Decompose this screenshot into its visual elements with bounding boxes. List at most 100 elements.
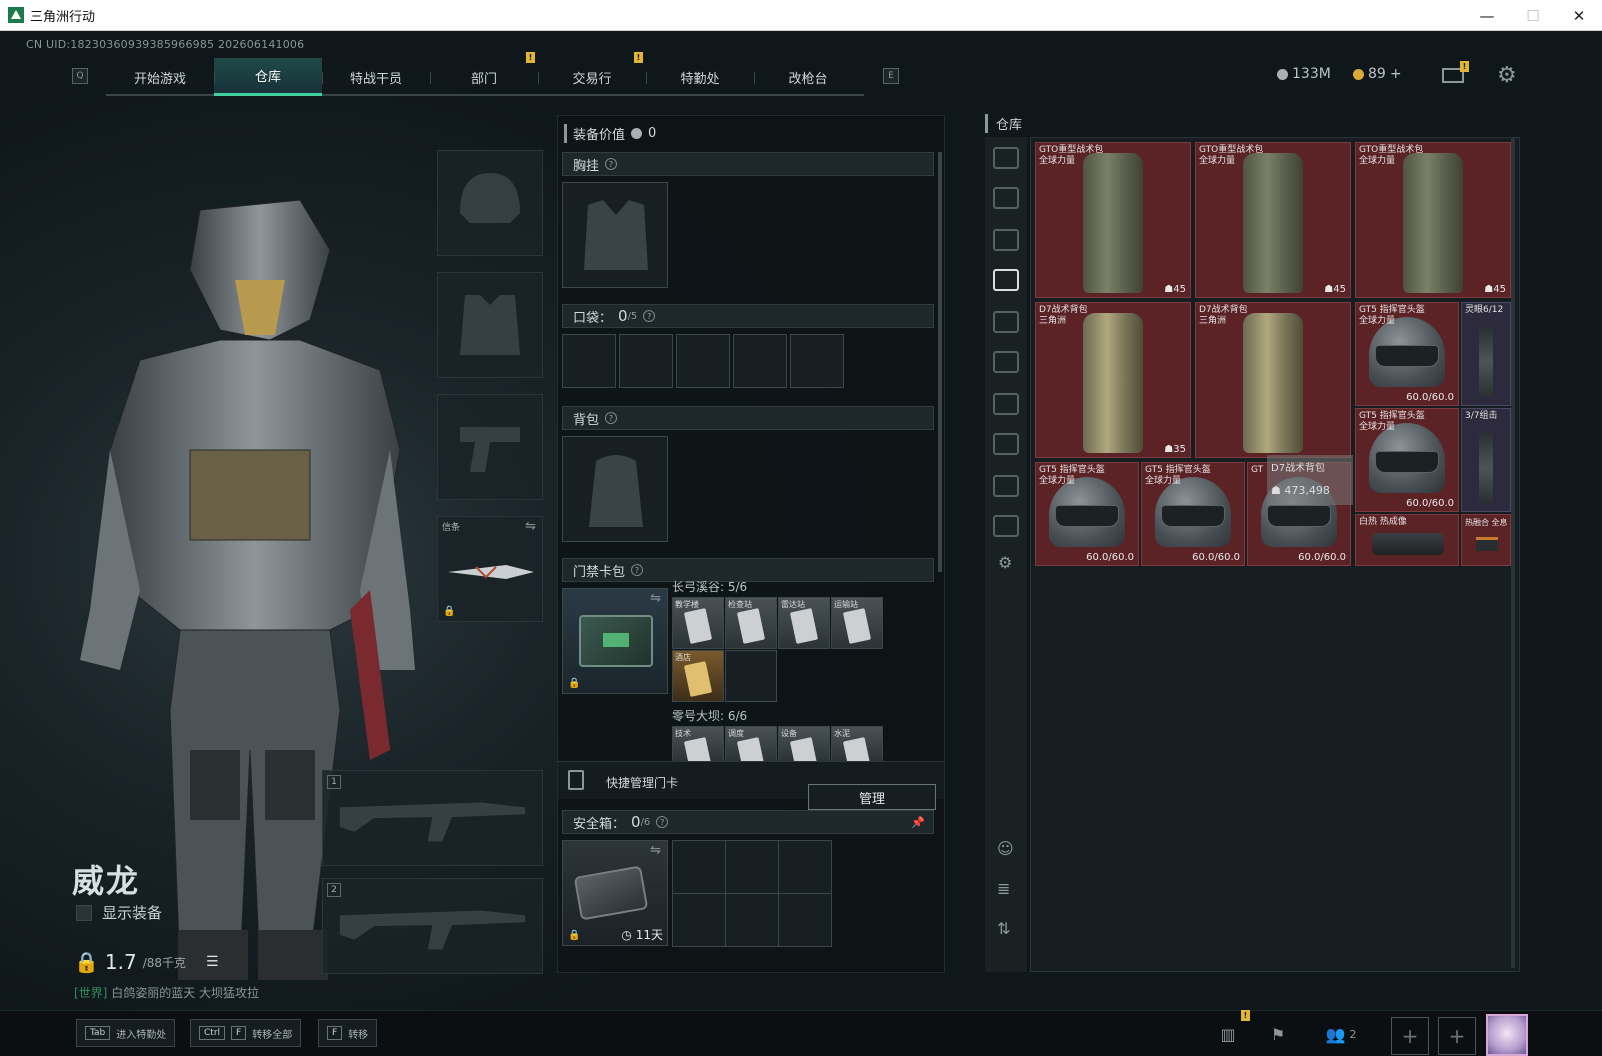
stash-item[interactable]: GTO重型战术包 全球力量 ☗45 <box>1195 142 1351 298</box>
stash-page-icon[interactable] <box>993 229 1019 251</box>
help-icon[interactable]: ? <box>605 412 618 424</box>
keycard[interactable]: 水泥 <box>831 726 883 762</box>
operator-icon[interactable]: ☺ <box>997 839 1014 858</box>
pistol-slot[interactable] <box>437 394 543 500</box>
help-icon[interactable]: ? <box>656 816 669 828</box>
tab-warehouse[interactable]: 仓库 <box>214 58 322 96</box>
stash-page-icon[interactable] <box>993 515 1019 537</box>
squad-icon[interactable]: 👥 2 <box>1318 1018 1364 1050</box>
loadout-scrollbar[interactable] <box>938 152 942 572</box>
safebox-cell[interactable] <box>778 893 832 947</box>
tab-gunsmith[interactable]: 改枪台 <box>754 58 862 96</box>
primary-weapon-slot-1[interactable]: 1 <box>322 770 543 866</box>
help-icon[interactable]: ? <box>631 564 644 576</box>
stash-page-icon[interactable] <box>993 475 1019 497</box>
stash-all-icon[interactable] <box>993 147 1019 169</box>
stash-settings-gear-icon[interactable]: ⚙ <box>998 553 1012 572</box>
pocket-slot[interactable] <box>733 334 787 388</box>
show-equipment-checkbox[interactable] <box>76 904 92 921</box>
pocket-slot[interactable] <box>676 334 730 388</box>
gold-currency[interactable]: 89 + <box>1353 66 1402 82</box>
stash-page-icon[interactable] <box>993 269 1019 291</box>
safebox-slot[interactable]: ⇋ 🔒 ◷ 11天 <box>562 840 668 946</box>
world-chat-line[interactable]: [世界] 白鸽姿丽的蓝天 大坝猛攻拉 <box>74 984 259 1001</box>
stash-item[interactable]: GT5 指挥官头盔 全球力量 60.0/60.0 <box>1355 302 1459 406</box>
pocket-slot[interactable] <box>619 334 673 388</box>
stash-item[interactable]: 热融合 全息 <box>1461 514 1511 566</box>
armor-slot[interactable] <box>437 272 543 378</box>
stash-page-icon[interactable] <box>993 393 1019 415</box>
hotkey-transfer[interactable]: F 转移 <box>318 1019 378 1047</box>
keycard[interactable]: 技术 <box>672 726 724 762</box>
tab-department[interactable]: 部门 ! <box>430 52 538 96</box>
stash-page-icon[interactable] <box>993 351 1019 373</box>
backpack-slot[interactable] <box>562 436 668 542</box>
stash-item[interactable]: GT5 指挥官头盔 全球力量 60.0/60.0 <box>1141 462 1245 566</box>
backpack-icon <box>1243 313 1303 453</box>
invite-slot-button[interactable]: + <box>1438 1017 1476 1055</box>
stash-item[interactable]: 3/7组击 <box>1461 408 1511 512</box>
safebox-cell[interactable] <box>725 840 779 894</box>
safebox-cell[interactable] <box>778 840 832 894</box>
stash-page-icon[interactable] <box>993 187 1019 209</box>
stash-item[interactable]: D7战术背包 三角洲 <box>1195 302 1351 458</box>
stash-item[interactable]: GTO重型战术包 全球力量 ☗45 <box>1355 142 1511 298</box>
pin-icon[interactable]: 📌 <box>911 816 925 829</box>
hotkey-transfer-all[interactable]: Ctrl F 转移全部 <box>190 1019 302 1047</box>
layers-icon[interactable]: ≣ <box>997 879 1010 898</box>
safebox-cell[interactable] <box>672 840 726 894</box>
show-equipment-toggle[interactable]: 显示装备 <box>76 902 162 923</box>
keycard[interactable]: 检查站 <box>725 597 777 649</box>
add-currency-button[interactable]: + <box>1390 66 1402 82</box>
keycard[interactable]: 教学楼 <box>672 597 724 649</box>
safebox-cell[interactable] <box>672 893 726 947</box>
tab-operators[interactable]: 特战干员 <box>322 58 430 96</box>
keycard[interactable]: 设备 <box>778 726 830 762</box>
flag-icon[interactable]: ⚑ <box>1262 1018 1294 1050</box>
stash-scrollbar[interactable] <box>1511 138 1515 968</box>
keycard[interactable]: 雷达站 <box>778 597 830 649</box>
keycard[interactable]: 酒店 <box>672 650 724 702</box>
primary-weapon-slot-2[interactable]: 2 <box>322 878 543 974</box>
manage-keycards-button[interactable]: 管理 <box>808 784 936 810</box>
keycard[interactable]: 调度 <box>725 726 777 762</box>
help-icon[interactable]: ? <box>643 310 656 322</box>
stash-item[interactable]: 白热 热成像 <box>1355 514 1459 566</box>
tab-start-game[interactable]: 开始游戏 <box>106 58 214 96</box>
keycard[interactable]: 运输站 <box>831 597 883 649</box>
stash-item[interactable]: GT5 指挥官头盔 全球力量 60.0/60.0 <box>1355 408 1459 512</box>
nav-next-key[interactable]: E <box>883 68 899 84</box>
swap-icon[interactable]: ⇋ <box>650 591 661 606</box>
stash-item[interactable]: GT5 指挥官头盔 全球力量 60.0/60.0 <box>1035 462 1139 566</box>
nav-prev-key[interactable]: Q <box>72 68 88 84</box>
melee-slot[interactable]: 信条 ⇋ 🔒 <box>437 516 543 622</box>
sort-icon[interactable]: ⇅ <box>997 919 1010 938</box>
tab-special-ops[interactable]: 特勤处 ! <box>634 52 754 96</box>
help-icon[interactable]: ? <box>605 158 618 170</box>
chest-rig-slot[interactable] <box>562 182 668 288</box>
invite-slot-button[interactable]: + <box>1391 1017 1429 1055</box>
player-avatar[interactable] <box>1486 1014 1528 1056</box>
close-button[interactable]: ✕ <box>1556 0 1602 31</box>
stash-page-icon[interactable] <box>993 311 1019 333</box>
keycard-case-slot[interactable]: ⇋ 🔒 <box>562 588 668 694</box>
swap-icon[interactable]: ⇋ <box>650 843 661 858</box>
swap-icon[interactable]: ⇋ <box>525 519 536 534</box>
list-icon[interactable]: ☰ <box>206 954 219 970</box>
stash-page-icon[interactable] <box>993 433 1019 455</box>
keycard-empty-slot[interactable] <box>725 650 777 702</box>
pocket-slot[interactable] <box>562 334 616 388</box>
stash-item[interactable]: 灵眼6/12 <box>1461 302 1511 406</box>
settings-gear-icon[interactable]: ⚙ <box>1497 63 1517 88</box>
stats-chart-icon[interactable]: ▥ <box>1212 1018 1244 1050</box>
stash-item[interactable]: GTO重型战术包 全球力量 ☗45 <box>1035 142 1191 298</box>
hotkey-enter-special-ops[interactable]: Tab 进入特勤处 <box>76 1019 176 1047</box>
safebox-cell[interactable] <box>725 893 779 947</box>
minimize-button[interactable]: — <box>1464 0 1510 31</box>
tab-trading[interactable]: 交易行 <box>538 58 646 96</box>
pocket-slot[interactable] <box>790 334 844 388</box>
stash-title: 仓库 <box>985 114 1022 133</box>
maximize-button[interactable]: ☐ <box>1510 0 1556 31</box>
helmet-slot[interactable] <box>437 150 543 256</box>
stash-item[interactable]: D7战术背包 三角洲 ☗35 <box>1035 302 1191 458</box>
